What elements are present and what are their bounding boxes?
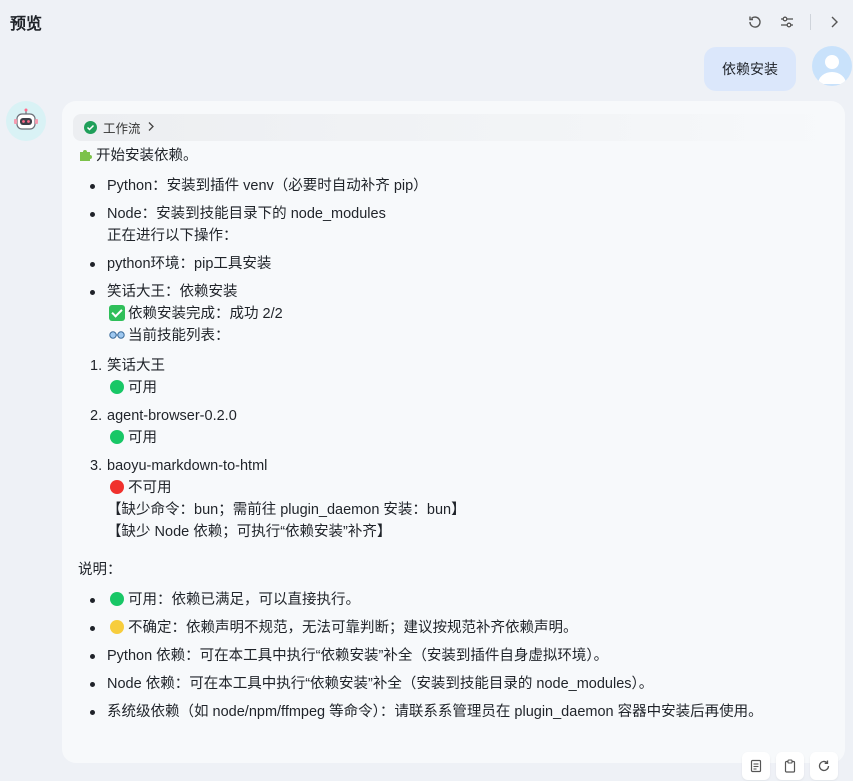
skills-list: 1. 笑话大王 可用 2. agent-browser-0.2.0 可用 3. … [78,355,838,543]
top-actions [746,13,843,31]
regenerate-icon[interactable] [810,752,838,780]
settings-sliders-icon[interactable] [778,13,796,31]
user-message-bubble: 依赖安装 [704,47,796,91]
list-item: 系统级依赖（如 node/npm/ffmpeg 等命令）：请联系系管理员在 pl… [78,701,838,723]
status-unknown-icon [110,620,124,634]
list-item: Node 依赖：可在本工具中执行“依赖安装”补全（安装到技能目录的 node_m… [78,673,838,695]
intro-line: 开始安装依赖。 [78,145,838,167]
skill-item: 2. agent-browser-0.2.0 可用 [90,408,237,446]
page-title: 预览 [10,16,43,33]
skill-item: 1. 笑话大王 可用 [90,358,165,396]
chevron-right-icon[interactable] [825,13,843,31]
status-unavailable-icon [110,480,124,494]
chevron-right-icon [147,121,155,135]
list-item: Python：安装到插件 venv（必要时自动补齐 pip） [78,175,838,197]
top-bar: 预览 [0,0,853,44]
check-circle-icon [84,121,97,134]
glasses-icon [109,325,125,339]
refresh-icon[interactable] [746,13,764,31]
workflow-toggle[interactable]: 工作流 [73,114,831,141]
list-item: 可用：依赖已满足，可以直接执行。 [78,589,838,611]
message-actions [742,752,842,780]
list-item: 笑话大王：依赖安装 依赖安装完成：成功 2/2 当前技能列表： [78,281,838,347]
user-avatar [812,46,852,86]
puzzle-icon [78,147,93,162]
status-available-icon [110,430,124,444]
status-available-icon [110,592,124,606]
message-content: 开始安装依赖。 Python：安装到插件 venv（必要时自动补齐 pip） N… [78,145,838,729]
check-box-icon [109,305,125,321]
clipboard-icon[interactable] [776,752,804,780]
workflow-label: 工作流 [103,122,141,136]
bot-avatar [6,101,46,141]
document-icon[interactable] [742,752,770,780]
status-available-icon [110,380,124,394]
list-item: Python 依赖：可在本工具中执行“依赖安装”补全（安装到插件自身虚拟环境）。 [78,645,838,667]
install-info-list: Python：安装到插件 venv（必要时自动补齐 pip） Node：安装到技… [78,175,838,347]
list-item: Node：安装到技能目录下的 node_modules 正在进行以下操作： [78,203,838,247]
explain-label: 说明： [78,562,122,578]
list-item: 不确定：依赖声明不规范，无法可靠判断；建议按规范补齐依赖声明。 [78,617,838,639]
list-item: python环境：pip工具安装 [78,253,838,275]
divider [810,14,811,30]
skill-item: 3. baoyu-markdown-to-html 不可用 【缺少命令：bun；… [90,458,466,540]
explain-list: 可用：依赖已满足，可以直接执行。 不确定：依赖声明不规范，无法可靠判断；建议按规… [78,589,838,723]
